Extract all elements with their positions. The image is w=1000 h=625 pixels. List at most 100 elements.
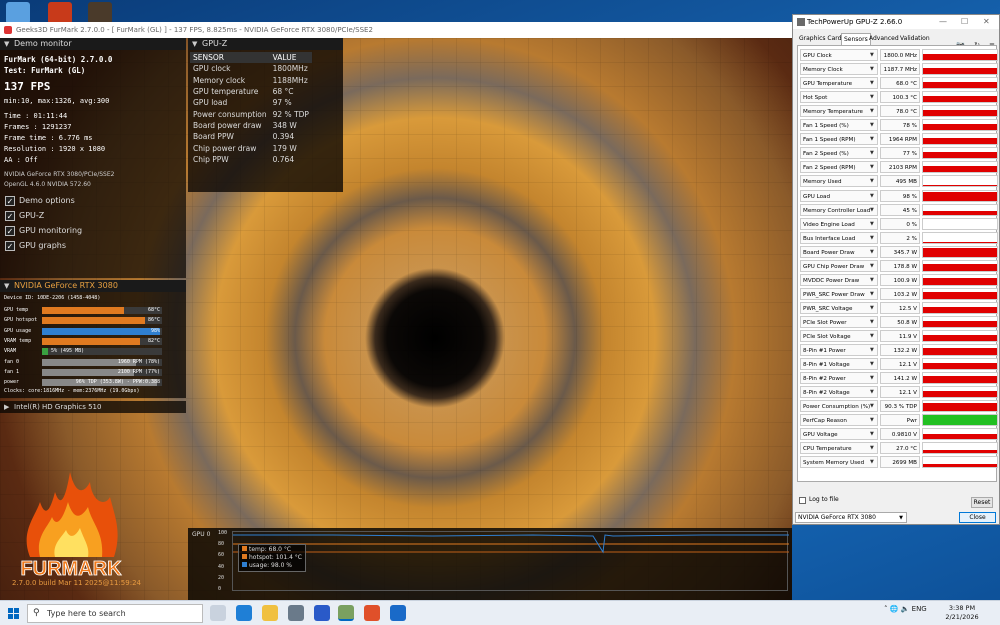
dropdown-arrow-icon[interactable]: ▼ <box>870 333 874 339</box>
dropdown-arrow-icon[interactable]: ▼ <box>870 403 874 409</box>
sensor-name[interactable]: 8-Pin #2 Voltage <box>800 386 878 399</box>
network-icon[interactable]: 🌐 <box>890 605 899 613</box>
dropdown-arrow-icon[interactable]: ▼ <box>870 178 874 184</box>
gpuz-desktop-icon[interactable] <box>88 2 112 24</box>
sensor-name[interactable]: PWR_SRC Power Draw <box>800 287 878 300</box>
sensor-name[interactable]: PCIe Slot Voltage <box>800 330 878 342</box>
log-to-file-checkbox[interactable] <box>799 497 806 504</box>
app-taskbar-icon[interactable] <box>390 605 406 621</box>
tab-advanced[interactable]: Advanced <box>867 33 901 45</box>
sensor-name[interactable]: Fan 1 Speed (%) <box>800 119 878 132</box>
dropdown-arrow-icon[interactable]: ▼ <box>870 150 874 156</box>
gpu-monitoring-label[interactable]: GPU monitoring <box>19 226 82 235</box>
sensor-name[interactable]: Board Power Draw <box>800 245 878 258</box>
dropdown-arrow-icon[interactable]: ▼ <box>870 375 874 381</box>
dropdown-arrow-icon[interactable]: ▼ <box>870 347 874 353</box>
gpuz-overlay-header[interactable]: ▼ GPU-Z <box>188 38 343 50</box>
demo-monitor-header[interactable]: ▼ Demo monitor <box>0 38 186 50</box>
furmark-title-bar[interactable]: Geeks3D FurMark 2.7.0.0 - [ FurMark (GL)… <box>0 22 792 38</box>
input-language[interactable]: ENG <box>912 605 927 613</box>
intel-gpu-header[interactable]: ▶ Intel(R) HD Graphics 510 <box>0 401 186 413</box>
sensor-name[interactable]: MVDDC Power Draw <box>800 273 878 286</box>
minimize-icon[interactable]: — <box>939 15 947 29</box>
sensor-name[interactable]: GPU Chip Power Draw <box>800 259 878 272</box>
demo-options-checkbox[interactable]: ✓ <box>5 196 15 206</box>
dropdown-arrow-icon[interactable]: ▼ <box>870 249 874 255</box>
taskbar-search[interactable]: ⚲ Type here to search <box>27 604 203 623</box>
gpu-graphs-checkbox[interactable]: ✓ <box>5 241 15 251</box>
sensor-name[interactable]: CPU Temperature <box>800 442 878 455</box>
furmark-taskbar-icon[interactable] <box>364 605 380 621</box>
close-icon[interactable]: ✕ <box>983 15 990 29</box>
dropdown-arrow-icon[interactable]: ▼ <box>870 66 874 72</box>
gpuz-checkbox[interactable]: ✓ <box>5 211 15 221</box>
app-icon[interactable] <box>288 605 304 621</box>
reset-button[interactable]: Reset <box>971 497 993 508</box>
dropdown-arrow-icon[interactable]: ▼ <box>870 361 874 367</box>
log-to-file-label[interactable]: Log to file <box>809 496 839 503</box>
store-icon[interactable] <box>314 605 330 621</box>
dropdown-arrow-icon[interactable]: ▼ <box>870 431 874 437</box>
tab-validation[interactable]: Validation <box>898 33 932 45</box>
maximize-icon[interactable]: ☐ <box>961 15 968 29</box>
sensor-name[interactable]: Memory Temperature <box>800 105 878 118</box>
dropdown-arrow-icon[interactable]: ▼ <box>870 445 874 451</box>
dropdown-arrow-icon[interactable]: ▼ <box>870 136 874 142</box>
start-button[interactable] <box>8 608 19 619</box>
dropdown-arrow-icon[interactable]: ▼ <box>870 80 874 86</box>
dropdown-arrow-icon[interactable]: ▼ <box>870 164 874 170</box>
clock[interactable]: 3:38 PM 2/21/2026 <box>942 604 982 622</box>
tab-graphics-card[interactable]: Graphics Card <box>797 33 843 45</box>
gpu-graphs-label[interactable]: GPU graphs <box>19 241 66 250</box>
gpu-select[interactable]: NVIDIA GeForce RTX 3080 ▼ <box>795 512 907 523</box>
sensor-name[interactable]: Hot Spot <box>800 91 878 104</box>
dropdown-arrow-icon[interactable]: ▼ <box>870 193 874 199</box>
close-button[interactable]: Close <box>959 512 996 523</box>
gpuz-label[interactable]: GPU-Z <box>19 211 44 220</box>
sensor-name[interactable]: System Memory Used <box>800 456 878 469</box>
sensor-name[interactable]: 8-Pin #1 Power <box>800 344 878 357</box>
sensor-name[interactable]: PCIe Slot Power <box>800 315 878 328</box>
sensor-name[interactable]: Fan 2 Speed (RPM) <box>800 161 878 174</box>
volume-icon[interactable]: 🔈 <box>901 605 910 613</box>
sensor-name[interactable]: Memory Used <box>800 175 878 188</box>
sensor-name[interactable]: PerfCap Reason <box>800 414 878 427</box>
task-view-icon[interactable] <box>210 605 226 621</box>
sensor-name[interactable]: 8-Pin #2 Power <box>800 372 878 385</box>
dropdown-arrow-icon[interactable]: ▼ <box>870 122 874 128</box>
dropdown-arrow-icon[interactable]: ▼ <box>870 94 874 100</box>
chevron-up-icon[interactable]: ˄ <box>884 605 888 613</box>
sensor-name[interactable]: Bus Interface Load <box>800 231 878 244</box>
dropdown-arrow-icon[interactable]: ▼ <box>870 319 874 325</box>
dropdown-arrow-icon[interactable]: ▼ <box>870 277 874 283</box>
dropdown-arrow-icon[interactable]: ▼ <box>870 291 874 297</box>
edge-icon[interactable] <box>236 605 252 621</box>
gpuz-title-bar[interactable]: TechPowerUp GPU-Z 2.66.0 — ☐ ✕ <box>793 15 999 29</box>
sensor-name[interactable]: GPU Voltage <box>800 428 878 441</box>
sensor-name[interactable]: GPU Load <box>800 189 878 202</box>
sensor-name[interactable]: Memory Clock <box>800 63 878 76</box>
sensor-name[interactable]: 8-Pin #1 Voltage <box>800 358 878 371</box>
sensor-name[interactable]: GPU Temperature <box>800 77 878 90</box>
dropdown-arrow-icon[interactable]: ▼ <box>870 417 874 423</box>
dropdown-arrow-icon[interactable]: ▼ <box>870 108 874 114</box>
dropdown-arrow-icon[interactable]: ▼ <box>870 235 874 241</box>
sensor-name[interactable]: Fan 1 Speed (RPM) <box>800 133 878 146</box>
dropdown-arrow-icon[interactable]: ▼ <box>870 263 874 269</box>
dropdown-arrow-icon[interactable]: ▼ <box>870 305 874 311</box>
gpuz-taskbar-icon[interactable] <box>338 605 354 621</box>
dropdown-arrow-icon[interactable]: ▼ <box>870 221 874 227</box>
nvidia-gpu-header[interactable]: ▼ NVIDIA GeForce RTX 3080 <box>0 280 186 292</box>
sensor-name[interactable]: PWR_SRC Voltage <box>800 301 878 314</box>
recycle-bin-icon[interactable] <box>6 2 30 24</box>
dropdown-arrow-icon[interactable]: ▼ <box>870 459 874 465</box>
gpu-monitoring-checkbox[interactable]: ✓ <box>5 226 15 236</box>
sensor-name[interactable]: Fan 2 Speed (%) <box>800 147 878 160</box>
sensor-name[interactable]: Memory Controller Load <box>800 203 878 216</box>
demo-options-label[interactable]: Demo options <box>19 196 75 205</box>
file-explorer-icon[interactable] <box>262 605 278 621</box>
sensor-name[interactable]: Power Consumption (%) <box>800 400 878 413</box>
dropdown-arrow-icon[interactable]: ▼ <box>870 389 874 395</box>
sensor-name[interactable]: GPU Clock <box>800 49 878 61</box>
sensor-name[interactable]: Video Engine Load <box>800 217 878 230</box>
